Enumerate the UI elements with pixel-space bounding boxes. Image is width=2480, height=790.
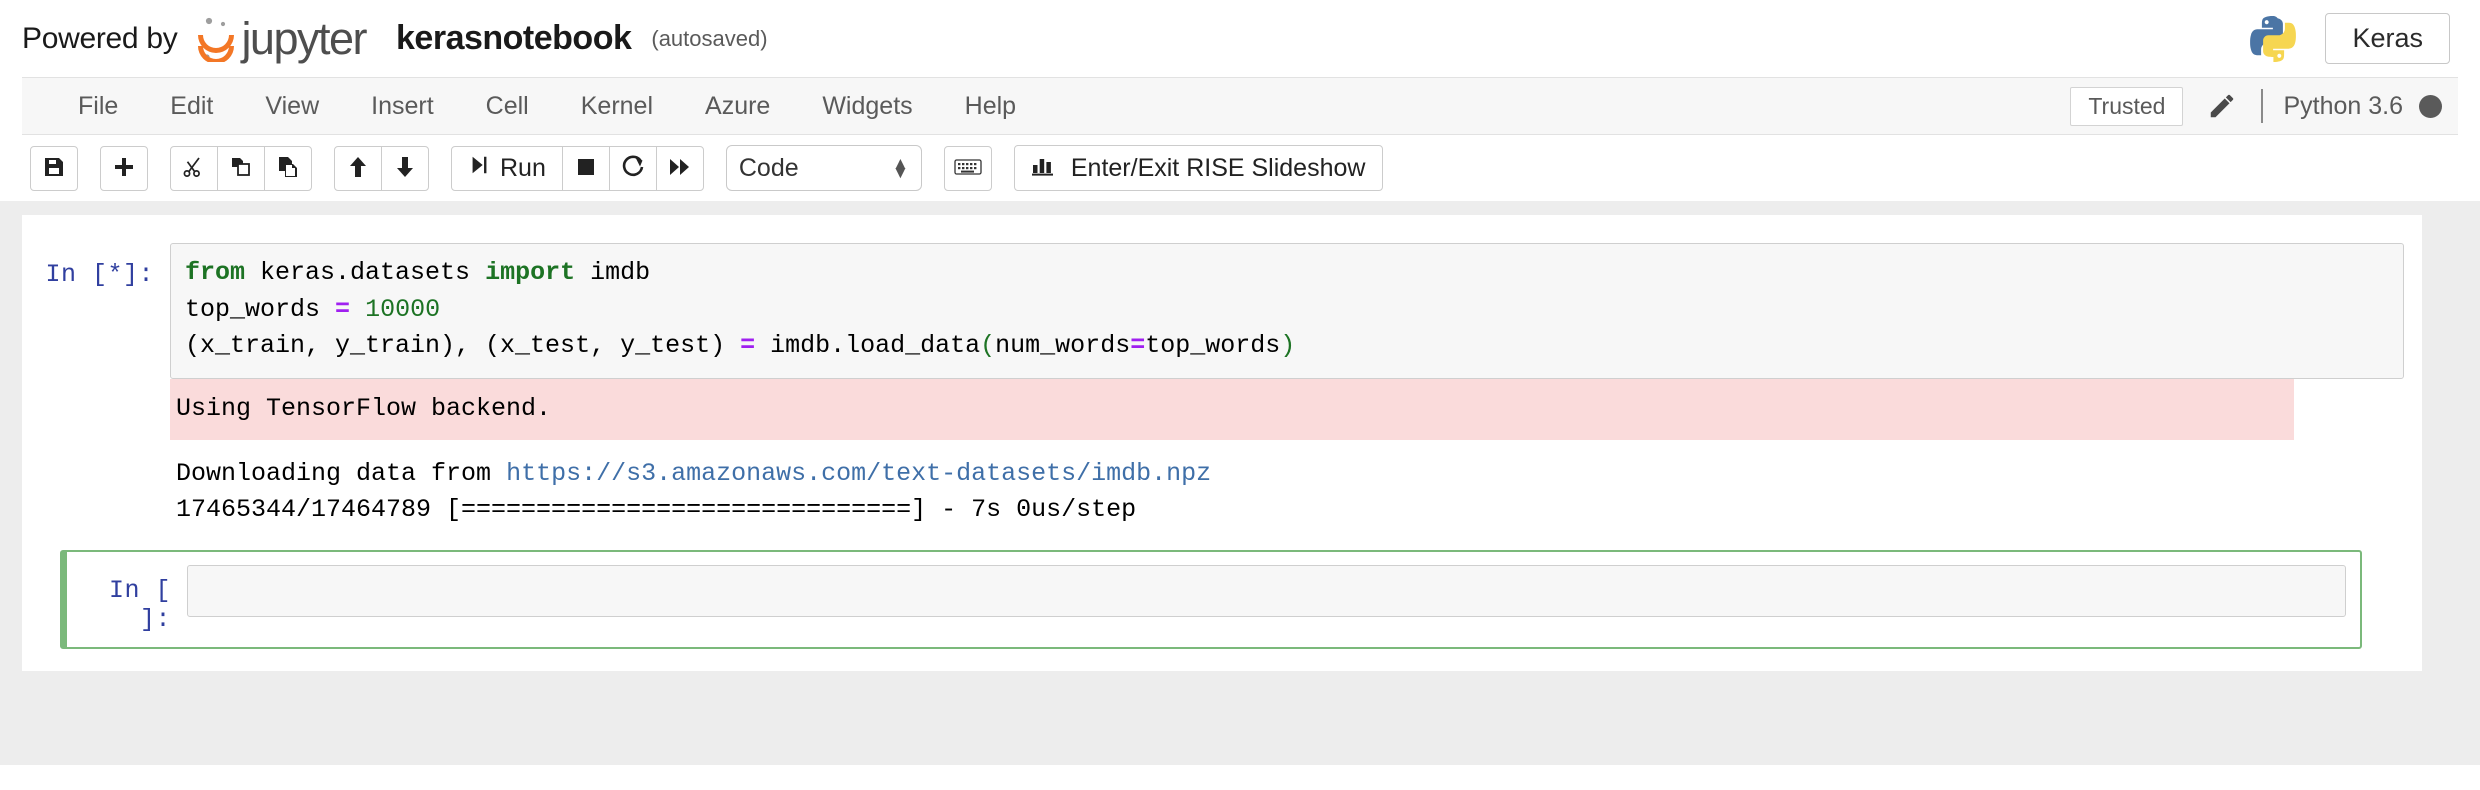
notebook-page-background: In [*]: from keras.datasets import imdb … <box>0 201 2480 765</box>
insert-cell-below-button[interactable] <box>100 145 148 191</box>
kernel-busy-circle-icon <box>2419 94 2442 118</box>
toolbar-group-insert <box>100 145 148 191</box>
toolbar-group-run: Run <box>451 145 704 191</box>
menu-bar: File Edit View Insert Cell Kernel Azure … <box>22 77 2458 135</box>
arrow-down-icon <box>393 155 417 182</box>
jupyter-logo-link[interactable]: jupyter <box>194 12 368 64</box>
restart-circular-arrow-icon <box>621 154 645 182</box>
paste-cell-button[interactable] <box>264 145 312 191</box>
restart-kernel-button[interactable] <box>608 145 657 191</box>
stdout-output: Downloading data from https://s3.amazona… <box>170 440 2294 532</box>
toolbar-group-move <box>334 145 429 191</box>
pencil-icon[interactable] <box>2183 91 2261 121</box>
bar-chart-icon <box>1031 153 1058 184</box>
header-right-group: Keras <box>2247 13 2450 65</box>
cell-type-select[interactable]: Code ▲ ▼ <box>725 145 922 191</box>
rise-label: Enter/Exit RISE Slideshow <box>1070 153 1366 182</box>
paste-icon <box>276 155 300 182</box>
run-step-icon <box>468 154 490 183</box>
copy-icon <box>229 155 253 182</box>
trusted-badge[interactable]: Trusted <box>2070 86 2184 126</box>
jupyter-logo-icon <box>194 16 238 64</box>
cut-cell-button[interactable] <box>170 145 218 191</box>
menu-item-cell[interactable]: Cell <box>460 86 555 127</box>
keyboard-icon <box>954 157 982 180</box>
jupyter-wordmark: jupyter <box>241 12 367 64</box>
save-status: (autosaved) <box>651 25 768 51</box>
chevron-updown-icon: ▲ ▼ <box>892 153 909 182</box>
code-cell-selected[interactable]: In [ ]: <box>60 549 2362 649</box>
menu-item-file[interactable]: File <box>52 86 144 127</box>
run-label: Run <box>500 153 546 182</box>
kernel-name-label: Python 3.6 <box>2283 91 2403 120</box>
menu-item-widgets[interactable]: Widgets <box>796 86 938 127</box>
code-cell[interactable]: In [*]: from keras.datasets import imdb … <box>22 243 2422 379</box>
menu-item-azure[interactable]: Azure <box>679 86 796 127</box>
notebook-title[interactable]: kerasnotebook <box>396 19 632 58</box>
code-editor[interactable]: from keras.datasets import imdb top_word… <box>170 243 2404 379</box>
toolbar-group-clipboard <box>170 145 312 191</box>
toolbar: Run Code ▲ ▼ Enter/Exit RISE Slideshow <box>22 135 2458 201</box>
floppy-disk-icon <box>42 155 66 182</box>
rise-slideshow-button[interactable]: Enter/Exit RISE Slideshow <box>1013 145 1384 191</box>
interrupt-kernel-button[interactable] <box>561 145 610 191</box>
plus-icon <box>112 155 136 182</box>
dataset-url-link[interactable]: https://s3.amazonaws.com/text-datasets/i… <box>506 459 1211 488</box>
notebook-container: In [*]: from keras.datasets import imdb … <box>22 215 2422 671</box>
toolbar-group-shortcuts <box>943 145 992 191</box>
keyboard-shortcuts-button[interactable] <box>943 145 992 191</box>
python-logo-icon <box>2247 13 2299 65</box>
save-button[interactable] <box>30 145 78 191</box>
kernel-indicator-button[interactable]: Keras <box>2325 13 2450 64</box>
code-editor[interactable] <box>187 564 2346 617</box>
download-progress-line: 17465344/17464789 [=====================… <box>176 494 1137 524</box>
stop-square-icon <box>574 155 598 182</box>
run-cell-button[interactable]: Run <box>451 145 563 191</box>
stderr-output: Using TensorFlow backend. <box>170 378 2294 440</box>
toolbar-group-save <box>30 145 78 191</box>
cell-type-value: Code <box>738 153 799 182</box>
scissors-icon <box>182 155 206 182</box>
menu-item-kernel[interactable]: Kernel <box>555 86 679 127</box>
arrow-up-icon <box>346 155 370 182</box>
cell-prompt: In [*]: <box>45 260 154 289</box>
download-prefix: Downloading data from <box>176 458 507 488</box>
move-cell-up-button[interactable] <box>334 145 382 191</box>
move-cell-down-button[interactable] <box>381 145 429 191</box>
menu-item-insert[interactable]: Insert <box>345 86 460 127</box>
copy-cell-button[interactable] <box>217 145 265 191</box>
menu-item-help[interactable]: Help <box>939 86 1042 127</box>
menubar-right-group: Trusted Python 3.6 <box>2070 86 2458 126</box>
powered-by-label: Powered by <box>22 21 178 55</box>
cell-output-area: Using TensorFlow backend. Downloading da… <box>170 378 2294 532</box>
menu-item-view[interactable]: View <box>239 86 345 127</box>
restart-run-all-button[interactable] <box>655 145 704 191</box>
menu-item-edit[interactable]: Edit <box>144 86 239 127</box>
menubar-divider <box>2261 89 2264 123</box>
app-header: Powered by jupyter kerasnotebook (autosa… <box>0 0 2480 77</box>
fast-forward-icon <box>668 155 692 182</box>
cell-prompt: In [ ]: <box>108 575 171 634</box>
